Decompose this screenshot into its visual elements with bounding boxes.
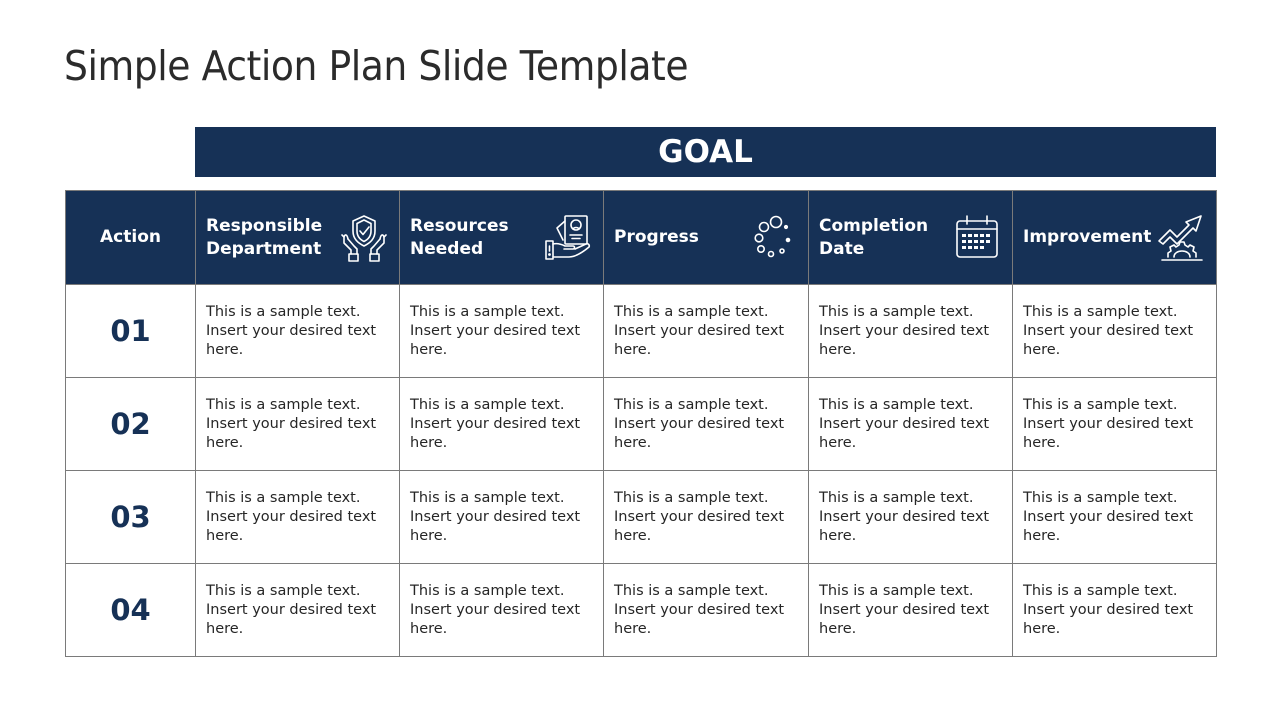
calendar-icon: [952, 213, 1002, 263]
header-label: Progress: [614, 227, 699, 247]
header-responsible-department: Responsible Department: [195, 190, 400, 285]
cell-text: This is a sample text. Insert your desir…: [819, 489, 990, 544]
cell-text: This is a sample text. Insert your desir…: [819, 303, 990, 358]
cell-text: This is a sample text. Insert your desir…: [410, 396, 581, 451]
cell-text: This is a sample text. Insert your desir…: [614, 303, 785, 358]
table-row: 04 This is a sample text. Insert your de…: [65, 563, 1217, 657]
cell-text: This is a sample text. Insert your desir…: [410, 582, 581, 637]
cell-text: This is a sample text. Insert your desir…: [1023, 396, 1194, 451]
header-improvement: Improvement: [1012, 190, 1217, 285]
table-cell[interactable]: This is a sample text. Insert your desir…: [1012, 470, 1217, 564]
table-cell[interactable]: This is a sample text. Insert your desir…: [1012, 377, 1217, 471]
header-label: Responsible Department: [206, 215, 323, 259]
cell-text: This is a sample text. Insert your desir…: [614, 489, 785, 544]
table-cell[interactable]: This is a sample text. Insert your desir…: [1012, 284, 1217, 378]
cell-text: This is a sample text. Insert your desir…: [410, 303, 581, 358]
table-cell[interactable]: This is a sample text. Insert your desir…: [399, 563, 604, 657]
goal-banner: GOAL: [195, 127, 1216, 177]
header-action: Action: [65, 190, 196, 285]
gear-arrow-up-icon: [1156, 213, 1206, 263]
table-row: 02 This is a sample text. Insert your de…: [65, 377, 1217, 471]
table-cell[interactable]: This is a sample text. Insert your desir…: [195, 377, 400, 471]
table-cell[interactable]: This is a sample text. Insert your desir…: [808, 470, 1013, 564]
table-cell[interactable]: This is a sample text. Insert your desir…: [195, 284, 400, 378]
goal-label: GOAL: [658, 134, 753, 170]
table-cell[interactable]: This is a sample text. Insert your desir…: [808, 377, 1013, 471]
action-number: 04: [65, 563, 196, 657]
cell-text: This is a sample text. Insert your desir…: [1023, 303, 1194, 358]
cell-text: This is a sample text. Insert your desir…: [819, 582, 990, 637]
table-cell[interactable]: This is a sample text. Insert your desir…: [603, 563, 809, 657]
table-header-row: Action Responsible Department Resources …: [65, 190, 1217, 285]
table-cell[interactable]: This is a sample text. Insert your desir…: [399, 470, 604, 564]
hand-document-icon: [543, 213, 593, 263]
cell-text: This is a sample text. Insert your desir…: [819, 396, 990, 451]
cell-text: This is a sample text. Insert your desir…: [1023, 489, 1194, 544]
cell-text: This is a sample text. Insert your desir…: [614, 396, 785, 451]
header-label: Completion Date: [819, 215, 929, 259]
table-cell[interactable]: This is a sample text. Insert your desir…: [1012, 563, 1217, 657]
action-number: 03: [65, 470, 196, 564]
slide-title: Simple Action Plan Slide Template: [64, 42, 689, 90]
cell-text: This is a sample text. Insert your desir…: [1023, 582, 1194, 637]
table-cell[interactable]: This is a sample text. Insert your desir…: [808, 563, 1013, 657]
cell-text: This is a sample text. Insert your desir…: [206, 396, 377, 451]
cell-text: This is a sample text. Insert your desir…: [206, 582, 377, 637]
table-cell[interactable]: This is a sample text. Insert your desir…: [195, 563, 400, 657]
table-cell[interactable]: This is a sample text. Insert your desir…: [808, 284, 1013, 378]
loading-circles-icon: [748, 213, 798, 263]
table-cell[interactable]: This is a sample text. Insert your desir…: [195, 470, 400, 564]
table-row: 03 This is a sample text. Insert your de…: [65, 470, 1217, 564]
cell-text: This is a sample text. Insert your desir…: [614, 582, 785, 637]
table-cell[interactable]: This is a sample text. Insert your desir…: [603, 470, 809, 564]
header-label: Resources Needed: [410, 215, 509, 259]
table-cell[interactable]: This is a sample text. Insert your desir…: [399, 377, 604, 471]
table-cell[interactable]: This is a sample text. Insert your desir…: [603, 377, 809, 471]
hands-shield-check-icon: [339, 213, 389, 263]
header-label: Action: [100, 227, 161, 247]
action-number: 02: [65, 377, 196, 471]
action-number: 01: [65, 284, 196, 378]
cell-text: This is a sample text. Insert your desir…: [206, 303, 377, 358]
cell-text: This is a sample text. Insert your desir…: [410, 489, 581, 544]
header-resources-needed: Resources Needed: [399, 190, 604, 285]
header-progress: Progress: [603, 190, 809, 285]
cell-text: This is a sample text. Insert your desir…: [206, 489, 377, 544]
table-cell[interactable]: This is a sample text. Insert your desir…: [603, 284, 809, 378]
table-cell[interactable]: This is a sample text. Insert your desir…: [399, 284, 604, 378]
action-plan-table: Action Responsible Department Resources …: [65, 190, 1217, 657]
header-label: Improvement: [1023, 227, 1152, 247]
table-row: 01 This is a sample text. Insert your de…: [65, 284, 1217, 378]
header-completion-date: Completion Date: [808, 190, 1013, 285]
